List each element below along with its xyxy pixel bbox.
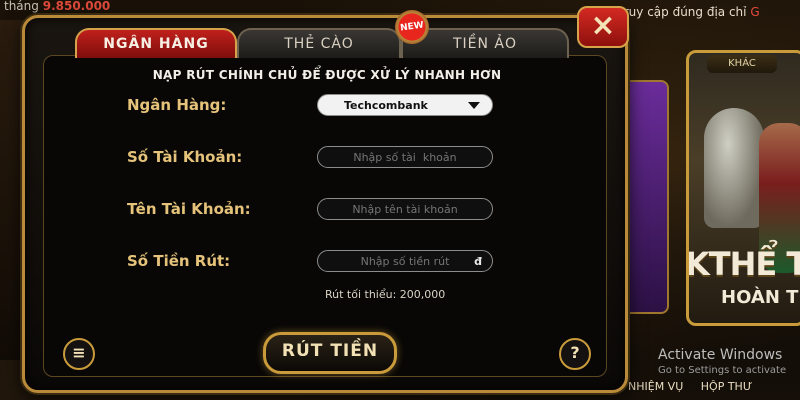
notice-text: NẠP RÚT CHÍNH CHỦ ĐỂ ĐƯỢC XỬ LÝ NHANH HƠ… — [152, 68, 502, 82]
jackpot-ticker: tháng 9.850.000 — [0, 0, 254, 14]
withdraw-button[interactable]: RÚT TIỀN — [263, 332, 397, 374]
activate-title: Activate Windows — [658, 347, 783, 363]
account-name-label: Tên Tài Khoản: — [127, 200, 251, 218]
card-title: KTHỂ T — [686, 245, 800, 283]
account-number-input[interactable] — [328, 150, 482, 165]
menu-mailbox[interactable]: HỘP THƯ — [701, 380, 753, 393]
bank-select-value: Techcombank — [344, 99, 428, 112]
activate-hint: Go to Settings to activate — [658, 365, 787, 376]
help-button[interactable]: ? — [559, 338, 591, 370]
trophy-image — [704, 108, 764, 228]
bank-select[interactable]: Techcombank — [317, 94, 493, 116]
ticker-label: tháng — [4, 0, 39, 13]
chevron-down-icon — [468, 102, 480, 109]
help-icon: ? — [570, 343, 580, 362]
sport-game-card[interactable]: KHÁC KTHỂ T HOÀN T — [686, 50, 800, 326]
account-name-input[interactable] — [328, 202, 482, 217]
card-category-tab[interactable]: KHÁC — [707, 55, 777, 73]
bank-label: Ngân Hàng: — [127, 96, 227, 114]
marquee-text: ng truy cập đúng địa chỉ G — [600, 5, 800, 21]
account-number-field-wrap — [317, 146, 493, 168]
account-name-field-wrap — [317, 198, 493, 220]
tab-bank[interactable]: NGÂN HÀNG — [75, 28, 237, 58]
windows-activation-watermark: Activate Windows Go to Settings to activ… — [658, 348, 786, 378]
withdraw-dialog: NGÂN HÀNG THẺ CÀO TIỀN ẢO NEW × NẠP RÚT … — [22, 6, 629, 393]
history-button[interactable]: ≡ — [63, 338, 95, 370]
account-number-label: Số Tài Khoản: — [127, 148, 243, 166]
marquee-suffix: G — [750, 5, 760, 19]
ticker-amount: 9.850.000 — [42, 0, 111, 13]
bottom-menu: NHIỆM VỤ HỘP THƯ — [628, 380, 766, 393]
close-button[interactable]: × — [577, 6, 629, 48]
amount-label: Số Tiền Rút: — [127, 252, 231, 270]
card-subtitle: HOÀN T — [721, 287, 799, 308]
currency-symbol: đ — [474, 255, 482, 268]
tab-scratch-card[interactable]: THẺ CÀO — [237, 28, 401, 58]
list-icon: ≡ — [72, 343, 86, 362]
minimum-withdraw-note: Rút tối thiểu: 200,000 — [325, 288, 446, 301]
amount-field-wrap: đ — [317, 250, 493, 272]
amount-input[interactable] — [328, 254, 482, 269]
menu-missions[interactable]: NHIỆM VỤ — [628, 380, 683, 393]
